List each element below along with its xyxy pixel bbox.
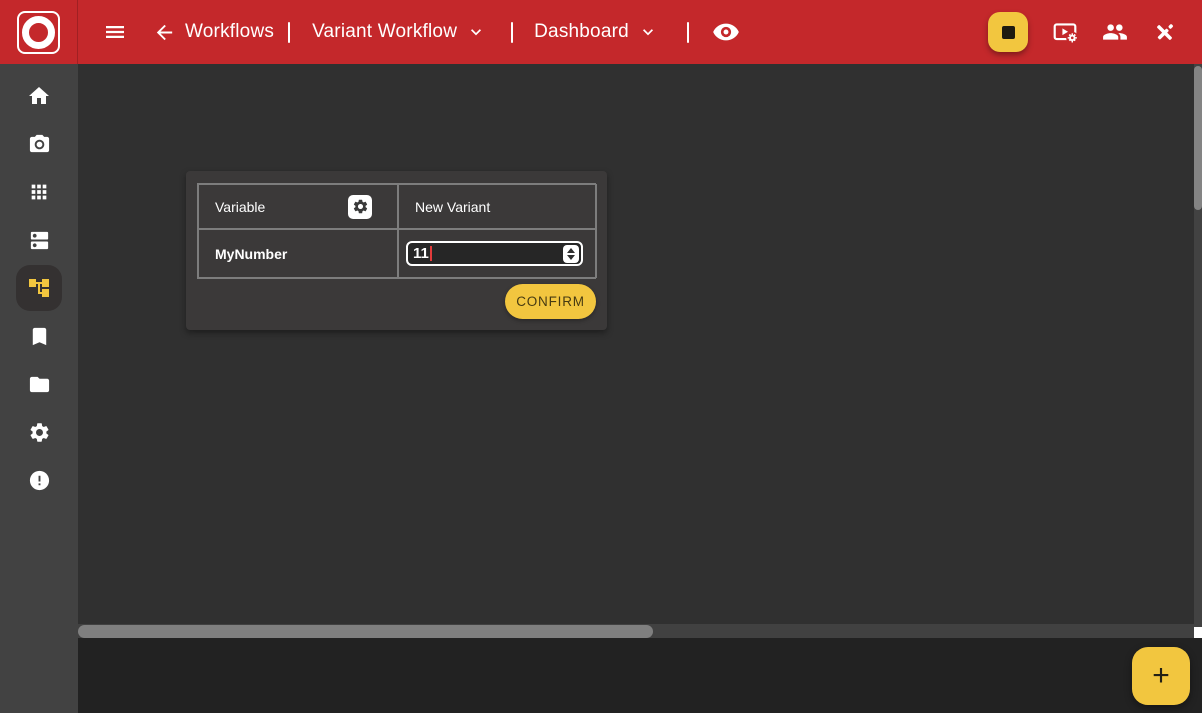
sidebar: [0, 64, 78, 713]
gear-icon: [352, 198, 369, 215]
stop-icon: [1001, 25, 1015, 39]
variable-settings-button[interactable]: [348, 194, 372, 219]
horizontal-scrollbar[interactable]: [78, 624, 1194, 638]
column-header-variable: Variable: [198, 184, 398, 229]
dns-icon: [28, 229, 51, 252]
variable-name-label: MyNumber: [215, 245, 288, 262]
workflow-selector-label: Variant Workflow: [312, 21, 458, 42]
preview-button[interactable]: [712, 18, 740, 46]
bottom-panel: +: [78, 638, 1202, 713]
text-caret: [429, 246, 432, 261]
topbar-breadcrumb-area: Workflows | Variant Workflow | Dashboard…: [78, 0, 740, 64]
sidebar-item-bookmarks[interactable]: [0, 312, 78, 360]
camera-icon: [28, 133, 51, 156]
variable-column-label: Variable: [215, 198, 266, 215]
sidebar-item-errors[interactable]: [0, 456, 78, 504]
chevron-down-icon: [466, 22, 486, 42]
workflow-tree-icon: [27, 276, 51, 300]
sidebar-item-files[interactable]: [0, 360, 78, 408]
sidebar-item-apps[interactable]: [0, 168, 78, 216]
vertical-scrollbar[interactable]: [1194, 64, 1202, 638]
breadcrumb-separator: |: [686, 21, 689, 43]
app-logo[interactable]: [0, 0, 78, 64]
number-spinner-icon[interactable]: [563, 244, 579, 263]
edit-off-button[interactable]: [1152, 20, 1177, 45]
menu-button[interactable]: [103, 20, 127, 44]
topbar: Workflows | Variant Workflow | Dashboard…: [0, 0, 1202, 64]
logo-icon: [17, 10, 60, 54]
video-settings-icon: [1052, 19, 1078, 45]
topbar-actions: [988, 12, 1202, 52]
people-icon: [1102, 19, 1128, 45]
variant-value-text: 11: [413, 245, 429, 262]
dashboard-selector-label: Dashboard: [534, 21, 629, 42]
table-row-value-cell: 11: [398, 229, 597, 278]
video-settings-button[interactable]: [1052, 19, 1078, 45]
gear-icon: [28, 421, 51, 444]
apps-grid-icon: [28, 181, 50, 203]
eye-icon: [712, 18, 740, 46]
variant-value-input[interactable]: 11: [406, 241, 583, 266]
breadcrumb-workflows[interactable]: Workflows: [185, 21, 274, 43]
edit-off-icon: [1152, 20, 1177, 45]
sidebar-item-settings[interactable]: [0, 408, 78, 456]
users-button[interactable]: [1102, 19, 1128, 45]
variant-table: Variable New Variant MyNumber 11: [197, 183, 597, 279]
stop-button[interactable]: [988, 12, 1028, 52]
sidebar-active-indicator: [16, 265, 62, 311]
back-arrow-icon: [153, 21, 176, 44]
confirm-button[interactable]: CONFIRM: [505, 284, 596, 319]
column-header-new-variant: New Variant: [398, 184, 597, 229]
sidebar-item-dns[interactable]: [0, 216, 78, 264]
chevron-down-icon: [638, 22, 658, 42]
error-icon: [28, 469, 51, 492]
vertical-scrollbar-thumb[interactable]: [1194, 66, 1202, 210]
bookmark-icon: [28, 325, 51, 348]
workflow-selector[interactable]: Variant Workflow: [312, 21, 486, 43]
menu-icon: [103, 20, 127, 44]
breadcrumb-separator: |: [288, 21, 291, 43]
home-icon: [27, 84, 51, 108]
horizontal-scrollbar-thumb[interactable]: [78, 624, 653, 638]
table-row-variable-name: MyNumber: [198, 229, 398, 278]
variant-panel: Variable New Variant MyNumber 11 CONFIRM: [186, 171, 607, 330]
add-button[interactable]: +: [1132, 647, 1190, 705]
dashboard-selector[interactable]: Dashboard: [534, 21, 658, 43]
folder-icon: [28, 373, 51, 396]
scrollbar-corner: [1194, 627, 1202, 638]
new-variant-column-label: New Variant: [415, 198, 491, 215]
breadcrumb-separator: |: [511, 21, 514, 43]
sidebar-item-home[interactable]: [0, 72, 78, 120]
workflow-canvas: Variable New Variant MyNumber 11 CONFIRM: [78, 64, 1202, 638]
back-button[interactable]: [153, 21, 176, 44]
sidebar-item-camera[interactable]: [0, 120, 78, 168]
sidebar-item-workflows[interactable]: [0, 264, 78, 312]
